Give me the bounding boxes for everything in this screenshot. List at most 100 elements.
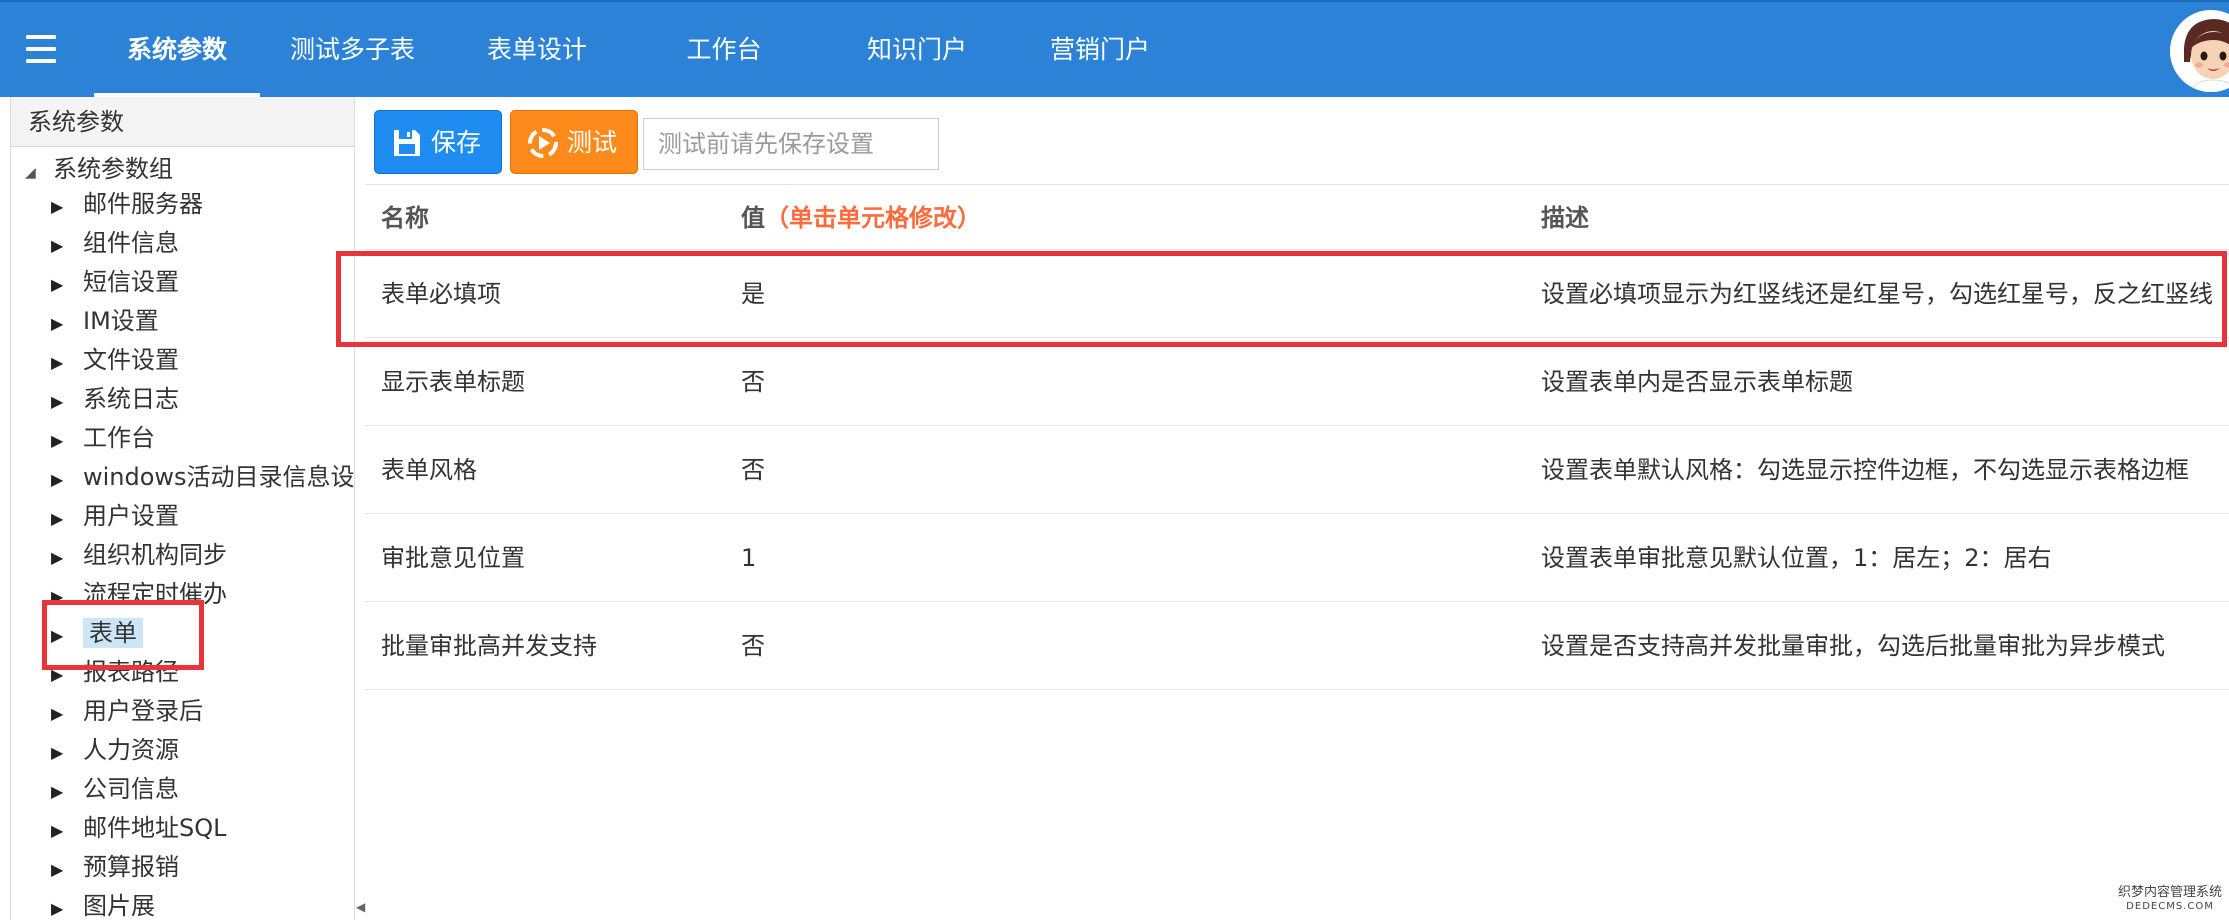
cell-value[interactable]: 否 xyxy=(741,426,765,514)
tree-item-label: windows活动目录信息设置 xyxy=(83,463,355,491)
top-nav-bar: 系统参数 测试多子表 表单设计 工作台 知识门户 营销门户 xyxy=(0,0,2229,97)
tree-item-label: 系统日志 xyxy=(83,385,179,413)
nav-tab-multi-subtable[interactable]: 测试多子表 xyxy=(280,2,425,97)
expand-arrow-icon[interactable]: ▶ xyxy=(51,267,83,303)
tree-item-label: 公司信息 xyxy=(83,775,179,803)
cell-name: 表单风格 xyxy=(381,456,477,484)
param-tree-panel: 系统参数 ◢ 系统参数组 ▶ 邮件服务器 ▶ 组件信息 ▶ 短信设置 ▶ IM设置 ▶ 文件… xyxy=(10,97,355,920)
tree-item-mail-sql[interactable]: ▶ 邮件地址SQL xyxy=(51,810,233,846)
cell-value[interactable]: 否 xyxy=(741,602,765,690)
cell-name: 显示表单标题 xyxy=(381,368,525,396)
watermark: 织梦内容管理系统 DEDECMS.COM xyxy=(2118,886,2222,914)
save-button-label: 保存 xyxy=(431,128,482,157)
expand-arrow-icon[interactable]: ▶ xyxy=(51,813,83,849)
tree-item-org-sync[interactable]: ▶ 组织机构同步 xyxy=(51,537,233,573)
cell-name: 审批意见位置 xyxy=(381,544,525,572)
column-header-value: 值（单击单元格修改） xyxy=(741,185,981,251)
cell-desc: 设置表单默认风格：勾选显示控件边框，不勾选显示表格边框 xyxy=(1541,456,2189,484)
expand-arrow-icon[interactable]: ▶ xyxy=(51,462,83,498)
user-avatar-icon[interactable] xyxy=(2170,10,2229,92)
tree-item-im[interactable]: ▶ IM设置 xyxy=(51,303,165,339)
column-header-desc: 描述 xyxy=(1541,204,1589,232)
column-header-value-hint: （单击单元格修改） xyxy=(765,204,981,232)
cell-name: 批量审批高并发支持 xyxy=(381,632,597,660)
tree-item-workbench[interactable]: ▶ 工作台 xyxy=(51,420,161,456)
cell-name: 表单必填项 xyxy=(381,280,501,308)
tree-item-report-path[interactable]: ▶ 报表路径 xyxy=(51,654,185,690)
tree-item-label: 人力资源 xyxy=(83,736,179,764)
tree-item-component-info[interactable]: ▶ 组件信息 xyxy=(51,225,185,261)
tree-item-flow-reminder[interactable]: ▶ 流程定时催办 xyxy=(51,576,233,612)
expand-arrow-icon[interactable]: ▶ xyxy=(51,891,83,920)
cell-desc: 设置表单内是否显示表单标题 xyxy=(1541,368,1853,396)
cell-value[interactable]: 否 xyxy=(741,338,765,426)
expand-arrow-icon[interactable]: ▶ xyxy=(51,579,83,615)
app-window: 系统参数 测试多子表 表单设计 工作台 知识门户 营销门户 系统参数 ◢ 系统参数… xyxy=(0,0,2229,920)
table-row[interactable]: 显示表单标题 否 设置表单内是否显示表单标题 xyxy=(365,338,2229,426)
tree-item-user-settings[interactable]: ▶ 用户设置 xyxy=(51,498,185,534)
tree-item-label: 组件信息 xyxy=(83,229,179,257)
tree-item-file[interactable]: ▶ 文件设置 xyxy=(51,342,185,378)
save-button[interactable]: 保存 xyxy=(374,110,502,174)
collapse-caret-icon[interactable]: ◢ xyxy=(25,155,53,191)
nav-tab-form-design[interactable]: 表单设计 xyxy=(481,2,593,97)
tree-root-node[interactable]: ◢ 系统参数组 xyxy=(25,151,173,187)
tree-item-label: 流程定时催办 xyxy=(83,580,227,608)
tree-item-label: 文件设置 xyxy=(83,346,179,374)
test-button[interactable]: 测试 xyxy=(510,110,638,174)
play-circle-icon xyxy=(528,128,558,158)
tree-item-mail-server[interactable]: ▶ 邮件服务器 xyxy=(51,186,209,222)
nav-tab-knowledge-portal[interactable]: 知识门户 xyxy=(861,2,973,97)
expand-arrow-icon[interactable]: ▶ xyxy=(51,852,83,888)
tree-item-label: 用户设置 xyxy=(83,502,179,530)
expand-arrow-icon[interactable]: ▶ xyxy=(51,423,83,459)
tree-item-company-info[interactable]: ▶ 公司信息 xyxy=(51,771,185,807)
tree-item-after-login[interactable]: ▶ 用户登录后 xyxy=(51,693,209,729)
tree-item-budget[interactable]: ▶ 预算报销 xyxy=(51,849,185,885)
tree-item-label: 用户登录后 xyxy=(83,697,203,725)
tree-item-label: 工作台 xyxy=(83,424,155,452)
param-table: 名称 值（单击单元格修改） 描述 表单必填项 是 设置必填项显示为红竖线还是红星… xyxy=(365,184,2229,690)
expand-arrow-icon[interactable]: ▶ xyxy=(51,189,83,225)
table-row[interactable]: 审批意见位置 1 设置表单审批意见默认位置，1：居左；2：居右 xyxy=(365,514,2229,602)
sidebar-title: 系统参数 xyxy=(11,97,354,147)
test-button-label: 测试 xyxy=(567,128,618,157)
cell-value[interactable]: 1 xyxy=(741,514,756,602)
table-row[interactable]: 表单风格 否 设置表单默认风格：勾选显示控件边框，不勾选显示表格边框 xyxy=(365,426,2229,514)
tree-item-system-log[interactable]: ▶ 系统日志 xyxy=(51,381,185,417)
table-row[interactable]: 批量审批高并发支持 否 设置是否支持高并发批量审批，勾选后批量审批为异步模式 xyxy=(365,602,2229,690)
tree-item-hr[interactable]: ▶ 人力资源 xyxy=(51,732,185,768)
expand-arrow-icon[interactable]: ▶ xyxy=(51,540,83,576)
test-input[interactable] xyxy=(643,118,939,170)
cell-desc: 设置是否支持高并发批量审批，勾选后批量审批为异步模式 xyxy=(1541,632,2165,660)
expand-arrow-icon[interactable]: ▶ xyxy=(51,657,83,693)
tree-item-windows-ad[interactable]: ▶ windows活动目录信息设置 xyxy=(51,459,355,498)
expand-arrow-icon[interactable]: ▶ xyxy=(51,345,83,381)
nav-tab-marketing-portal[interactable]: 营销门户 xyxy=(1044,2,1156,97)
menu-icon[interactable] xyxy=(26,35,56,63)
expand-arrow-icon[interactable]: ▶ xyxy=(51,306,83,342)
expand-arrow-icon[interactable]: ▶ xyxy=(51,384,83,420)
tree-item-label: 组织机构同步 xyxy=(83,541,227,569)
tree-item-label: 短信设置 xyxy=(83,268,179,296)
expand-arrow-icon[interactable]: ▶ xyxy=(51,618,83,654)
watermark-line1: 织梦内容管理系统 xyxy=(2118,885,2223,900)
nav-tab-system-params[interactable]: 系统参数 xyxy=(94,2,260,97)
tree-item-gallery[interactable]: ▶ 图片展 xyxy=(51,888,161,920)
table-row[interactable]: 表单必填项 是 设置必填项显示为红竖线还是红星号，勾选红星号，反之红竖线 xyxy=(365,250,2229,338)
tree-item-label: 邮件服务器 xyxy=(83,190,203,218)
tree-item-sms[interactable]: ▶ 短信设置 xyxy=(51,264,185,300)
expand-arrow-icon[interactable]: ▶ xyxy=(51,774,83,810)
tree-item-form[interactable]: ▶ 表单 xyxy=(51,615,143,651)
column-header-value-label: 值 xyxy=(741,204,765,232)
nav-tab-workbench[interactable]: 工作台 xyxy=(680,2,768,97)
expand-arrow-icon[interactable]: ▶ xyxy=(51,735,83,771)
panel-resize-icon[interactable]: ◀ xyxy=(356,900,365,914)
expand-arrow-icon[interactable]: ▶ xyxy=(51,228,83,264)
avatar-illustration xyxy=(2170,10,2229,92)
cell-value[interactable]: 是 xyxy=(741,250,765,338)
table-header: 名称 值（单击单元格修改） 描述 xyxy=(365,184,2229,250)
expand-arrow-icon[interactable]: ▶ xyxy=(51,501,83,537)
expand-arrow-icon[interactable]: ▶ xyxy=(51,696,83,732)
tree-item-label: 预算报销 xyxy=(83,853,179,881)
